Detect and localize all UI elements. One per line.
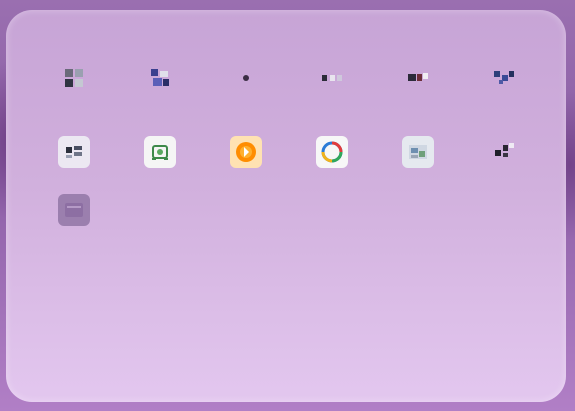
media-app-icon (405, 65, 431, 91)
app-launcher-item-3[interactable] (230, 62, 262, 94)
grid-app-icon (61, 65, 87, 91)
app-launcher-item-10[interactable] (316, 136, 348, 168)
dot-app-icon (233, 65, 259, 91)
orange-circle-app-icon (233, 139, 259, 165)
app-launcher-item-2[interactable] (144, 62, 176, 94)
camera-app-icon (147, 139, 173, 165)
app-launcher-panel (6, 10, 566, 402)
app-launcher-item-4[interactable] (316, 62, 348, 94)
app-launcher-item-8[interactable] (144, 136, 176, 168)
app-launcher-item-13[interactable] (58, 194, 90, 226)
window-app-icon (61, 139, 87, 165)
app-launcher-item-9[interactable] (230, 136, 262, 168)
app-launcher-item-6[interactable] (488, 62, 520, 94)
photo-app-icon (405, 139, 431, 165)
app-launcher-item-12[interactable] (488, 136, 520, 168)
network-app-icon (491, 65, 517, 91)
color-ring-app-icon (319, 139, 345, 165)
folder-app-icon (61, 197, 87, 223)
app-launcher-item-7[interactable] (58, 136, 90, 168)
desktop (0, 0, 575, 411)
dots-app-icon (319, 65, 345, 91)
dark-app-icon (491, 139, 517, 165)
app-launcher-item-5[interactable] (402, 62, 434, 94)
app-launcher-item-11[interactable] (402, 136, 434, 168)
blocks-app-icon (147, 65, 173, 91)
app-launcher-item-1[interactable] (58, 62, 90, 94)
